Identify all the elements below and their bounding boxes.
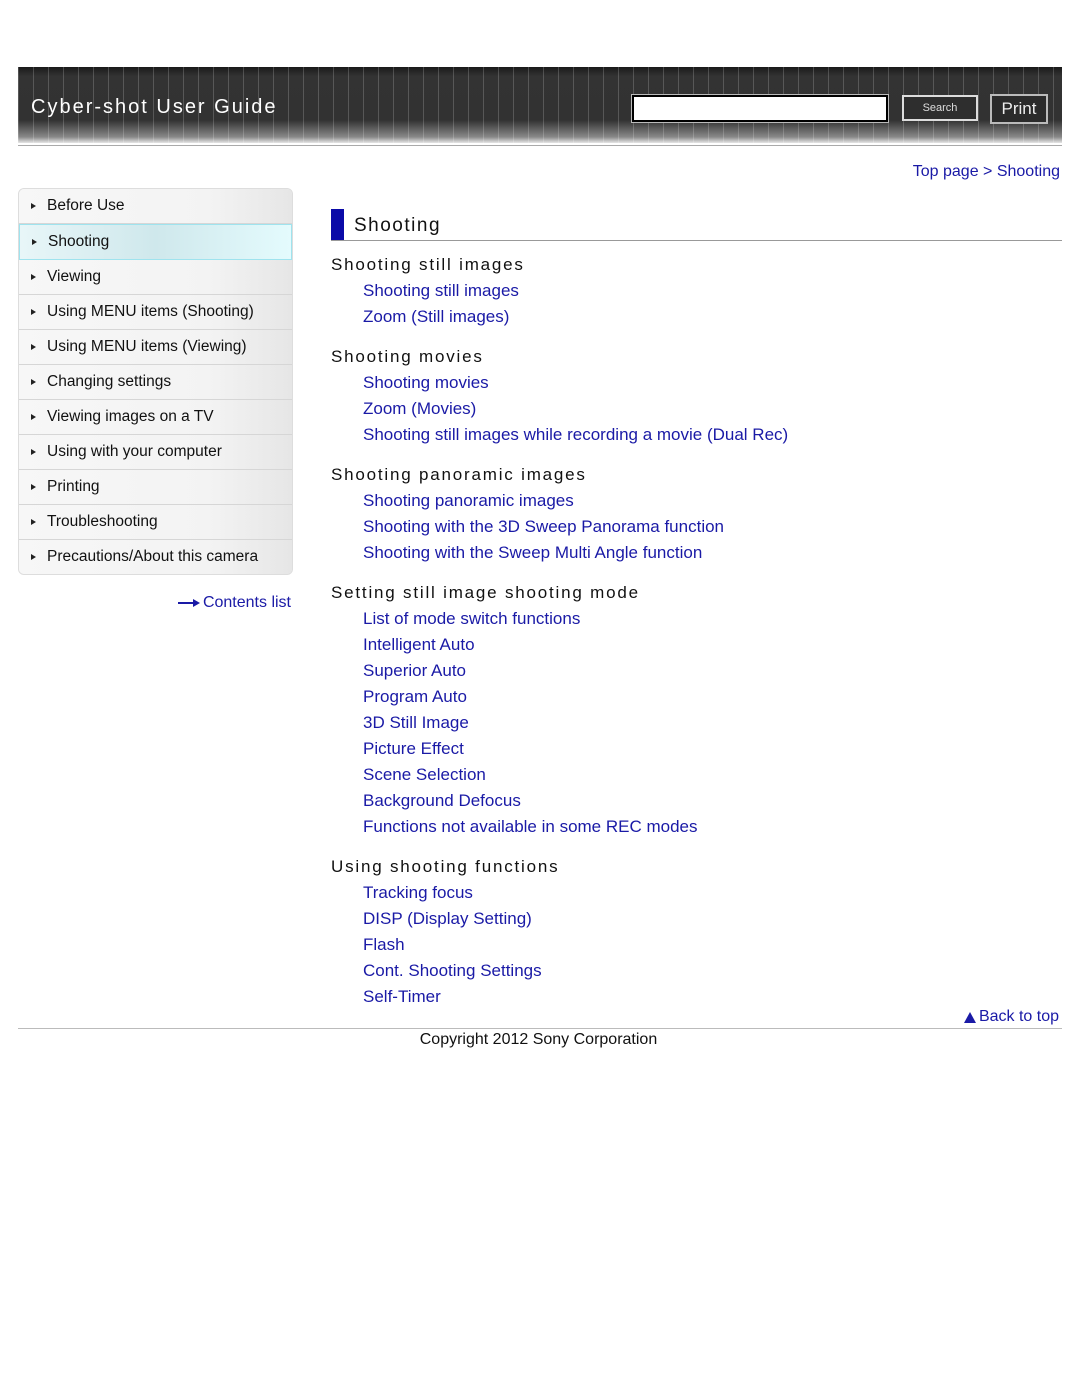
triangle-up-icon <box>963 1011 976 1023</box>
triangle-right-icon <box>31 519 36 525</box>
header-divider <box>18 145 1062 146</box>
sidebar-item-using-menu-items-shooting[interactable]: Using MENU items (Shooting) <box>19 295 292 330</box>
topic-link[interactable]: List of mode switch functions <box>363 609 1062 635</box>
page-title: Shooting <box>354 215 442 236</box>
triangle-right-icon <box>31 309 36 315</box>
sidebar-item-using-with-your-computer[interactable]: Using with your computer <box>19 435 292 470</box>
triangle-right-icon <box>31 484 36 490</box>
search-button[interactable]: Search <box>902 95 978 121</box>
topic-link[interactable]: Cont. Shooting Settings <box>363 961 1062 987</box>
print-button[interactable]: Print <box>990 94 1048 124</box>
back-to-top-link[interactable]: Back to top <box>963 1008 1059 1026</box>
sidebar-item-changing-settings[interactable]: Changing settings <box>19 365 292 400</box>
section-heading: Shooting still images <box>331 255 525 274</box>
section-heading: Setting still image shooting mode <box>331 583 640 602</box>
section-links: List of mode switch functions Intelligent… <box>331 609 1062 843</box>
sidebar-item-viewing-images-on-a-tv[interactable]: Viewing images on a TV <box>19 400 292 435</box>
breadcrumb: Top page > Shooting <box>913 163 1060 181</box>
topic-link[interactable]: 3D Still Image <box>363 713 1062 739</box>
sidebar-item-printing[interactable]: Printing <box>19 470 292 505</box>
section-links: Tracking focus DISP (Display Setting) Flas… <box>331 883 1062 1013</box>
content-section: Shooting still images Shooting still imag… <box>331 255 1062 333</box>
topic-link[interactable]: Picture Effect <box>363 739 1062 765</box>
breadcrumb-top-page[interactable]: Top page <box>913 163 979 180</box>
section-links: Shooting panoramic images Shooting with t… <box>331 491 1062 569</box>
topic-link[interactable]: Shooting with the Sweep Multi Angle func… <box>363 543 1062 569</box>
topic-link[interactable]: Intelligent Auto <box>363 635 1062 661</box>
sidebar-item-label: Shooting <box>48 233 110 250</box>
sidebar-item-using-menu-items-viewing[interactable]: Using MENU items (Viewing) <box>19 330 292 365</box>
sidebar-item-label: Precautions/About this camera <box>47 548 259 565</box>
triangle-right-icon <box>32 239 37 245</box>
content-section: Setting still image shooting mode List of… <box>331 583 1062 843</box>
triangle-right-icon <box>31 449 36 455</box>
triangle-right-icon <box>31 274 36 280</box>
triangle-right-icon <box>31 379 36 385</box>
app-title: Cyber-shot User Guide <box>31 96 278 118</box>
topic-link[interactable]: Superior Auto <box>363 661 1062 687</box>
back-to-top-label: Back to top <box>978 1008 1059 1025</box>
section-heading: Shooting panoramic images <box>331 465 587 484</box>
topic-link[interactable]: DISP (Display Setting) <box>363 909 1062 935</box>
arrow-right-icon <box>177 599 200 607</box>
triangle-right-icon <box>31 414 36 420</box>
topic-link[interactable]: Shooting movies <box>363 373 1062 399</box>
topic-link[interactable]: Program Auto <box>363 687 1062 713</box>
title-marker <box>331 209 344 240</box>
topic-link[interactable]: Functions not available in some REC mode… <box>363 817 1062 843</box>
topic-link[interactable]: Self-Timer <box>363 987 1062 1013</box>
contents-list-label: Contents list <box>202 594 291 611</box>
triangle-right-icon <box>31 554 36 560</box>
topic-link[interactable]: Shooting panoramic images <box>363 491 1062 517</box>
topic-link[interactable]: Background Defocus <box>363 791 1062 817</box>
header-banner: Cyber-shot User Guide Search Print <box>18 67 1062 143</box>
main-content: Shooting Shooting still images Shooting s… <box>331 209 1062 1013</box>
topic-link[interactable]: Flash <box>363 935 1062 961</box>
sidebar-item-label: Printing <box>47 478 100 495</box>
sidebar-item-label: Viewing images on a TV <box>47 408 214 425</box>
topic-link[interactable]: Shooting with the 3D Sweep Panorama func… <box>363 517 1062 543</box>
search-input[interactable] <box>631 94 889 123</box>
content-section: Shooting panoramic images Shooting panora… <box>331 465 1062 569</box>
content-section: Shooting movies Shooting movies Zoom (Movi… <box>331 347 1062 451</box>
breadcrumb-current[interactable]: Shooting <box>997 163 1060 180</box>
footer-divider <box>18 1028 1062 1029</box>
sidebar-item-label: Using with your computer <box>47 443 222 460</box>
sidebar-nav: Before Use Shooting Viewing Using MENU item… <box>18 188 293 575</box>
sidebar-item-label: Using MENU items (Viewing) <box>47 338 247 355</box>
sidebar-item-label: Changing settings <box>47 373 172 390</box>
contents-list-link[interactable]: Contents list <box>177 594 291 612</box>
triangle-right-icon <box>31 203 36 209</box>
section-heading: Using shooting functions <box>331 857 560 876</box>
copyright: Copyright 2012 Sony Corporation <box>419 1031 658 1048</box>
sidebar-item-viewing[interactable]: Viewing <box>19 260 292 295</box>
breadcrumb-separator: > <box>978 163 997 180</box>
triangle-right-icon <box>31 344 36 350</box>
content-section: Using shooting functions Tracking focus DI… <box>331 857 1062 1013</box>
topic-link[interactable]: Shooting still images while recording a … <box>363 425 1062 451</box>
sidebar-item-before-use[interactable]: Before Use <box>19 189 292 224</box>
sidebar-item-label: Before Use <box>47 197 125 214</box>
sidebar-item-label: Viewing <box>47 268 102 285</box>
section-links: Shooting movies Zoom (Movies) Shooting sti… <box>331 373 1062 451</box>
topic-link[interactable]: Tracking focus <box>363 883 1062 909</box>
page-title-bar: Shooting <box>331 209 1062 241</box>
topic-link[interactable]: Scene Selection <box>363 765 1062 791</box>
sidebar-item-label: Troubleshooting <box>47 513 158 530</box>
topic-link[interactable]: Zoom (Still images) <box>363 307 1062 333</box>
sidebar-item-shooting[interactable]: Shooting <box>19 224 292 260</box>
sidebar-item-label: Using MENU items (Shooting) <box>47 303 254 320</box>
topic-link[interactable]: Zoom (Movies) <box>363 399 1062 425</box>
topic-link[interactable]: Shooting still images <box>363 281 1062 307</box>
sidebar-item-troubleshooting[interactable]: Troubleshooting <box>19 505 292 540</box>
section-links: Shooting still images Zoom (Still images) <box>331 281 1062 333</box>
section-heading: Shooting movies <box>331 347 484 366</box>
sidebar-item-precautions-about-this-camera[interactable]: Precautions/About this camera <box>19 540 292 574</box>
